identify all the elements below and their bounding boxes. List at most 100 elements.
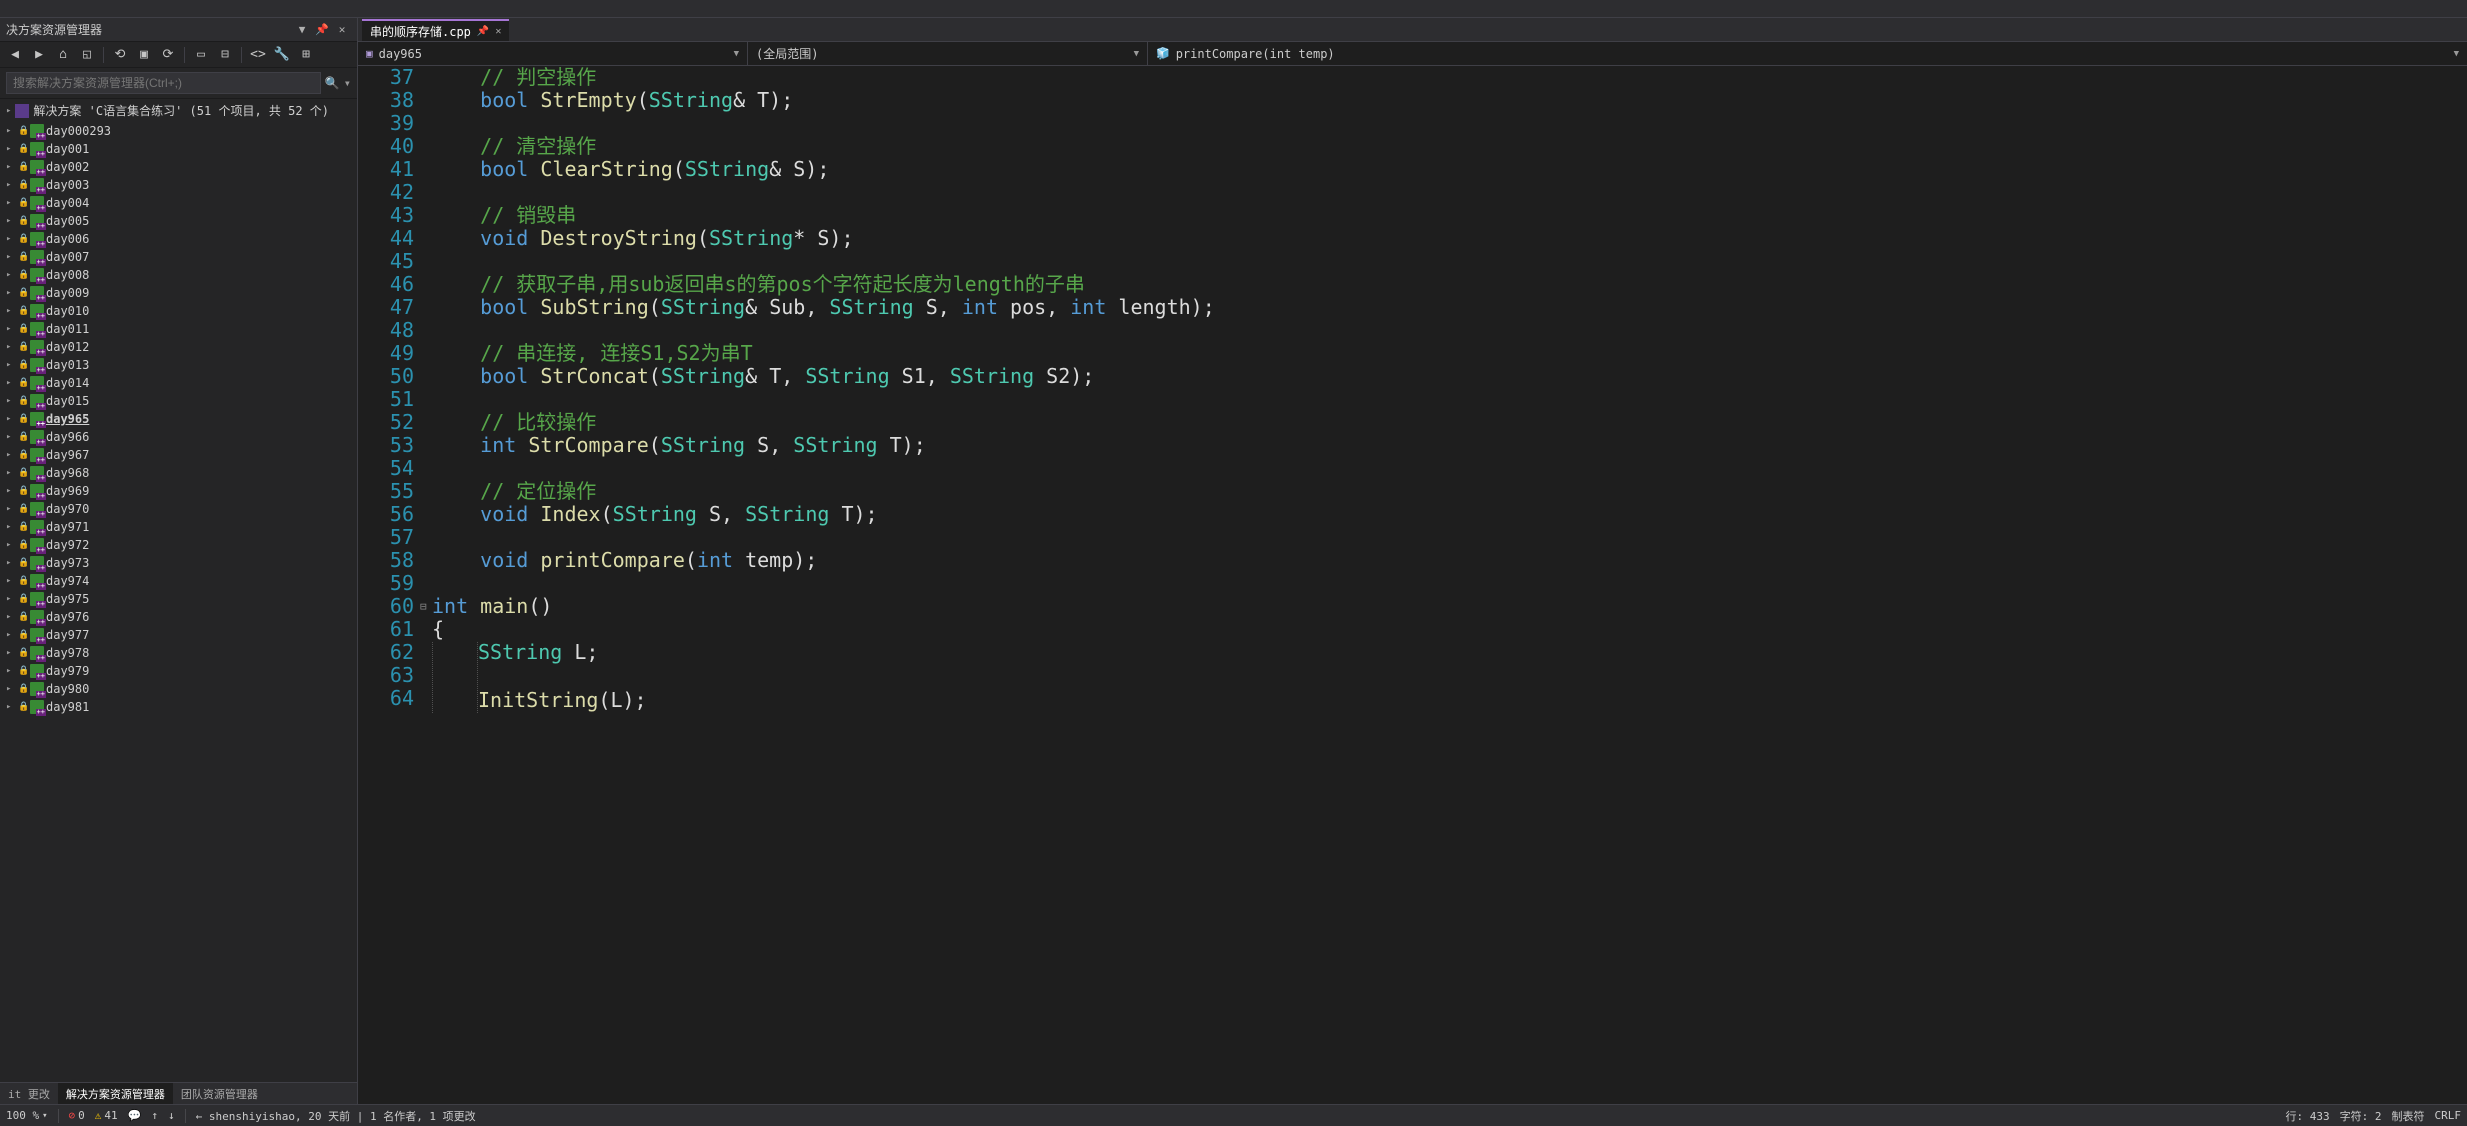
- nav-up-icon[interactable]: ↑: [151, 1109, 158, 1122]
- cpp-project-icon: [30, 412, 44, 426]
- top-menubar: [0, 0, 2467, 18]
- project-label: day971: [46, 520, 89, 534]
- project-item[interactable]: ▸🔒day010: [0, 302, 357, 320]
- project-item[interactable]: ▸🔒day976: [0, 608, 357, 626]
- char-number[interactable]: 字符: 2: [2340, 1108, 2382, 1124]
- lock-icon: 🔒: [18, 576, 28, 586]
- switch-view-icon[interactable]: ◱: [76, 44, 98, 66]
- lock-icon: 🔒: [18, 180, 28, 190]
- line-numbers: 3738394041424344454647484950515253545556…: [358, 66, 432, 1104]
- project-item[interactable]: ▸🔒day006: [0, 230, 357, 248]
- project-item[interactable]: ▸🔒day014: [0, 374, 357, 392]
- project-item[interactable]: ▸🔒day975: [0, 590, 357, 608]
- solution-root[interactable]: ▸ 解决方案 'C语言集合练习' (51 个项目, 共 52 个): [0, 99, 357, 122]
- sidebar-tab[interactable]: it 更改: [0, 1083, 58, 1104]
- project-item[interactable]: ▸🔒day001: [0, 140, 357, 158]
- breadcrumb: ▣ day965 ▼ (全局范围) ▼ 🧊 printCompare(int t…: [358, 42, 2467, 66]
- sync-icon[interactable]: ⟲: [109, 44, 131, 66]
- project-item[interactable]: ▸🔒day969: [0, 482, 357, 500]
- project-item[interactable]: ▸🔒day013: [0, 356, 357, 374]
- expand-icon: ▸: [6, 450, 16, 460]
- project-item[interactable]: ▸🔒day015: [0, 392, 357, 410]
- cpp-project-icon: [30, 592, 44, 606]
- editor-tab[interactable]: 串的顺序存储.cpp 📌 ✕: [362, 19, 509, 41]
- cpp-project-icon: [30, 250, 44, 264]
- home-icon[interactable]: ⌂: [52, 44, 74, 66]
- search-dropdown-icon[interactable]: ▾: [344, 76, 351, 90]
- cpp-project-icon: [30, 322, 44, 336]
- expand-icon: ▸: [6, 234, 16, 244]
- search-icon[interactable]: 🔍: [325, 76, 340, 90]
- code-viewport[interactable]: 3738394041424344454647484950515253545556…: [358, 66, 2467, 1104]
- message-icon[interactable]: 💬: [128, 1109, 142, 1122]
- breadcrumb-project[interactable]: ▣ day965 ▼: [358, 42, 748, 65]
- collapse-all-icon[interactable]: ⊟: [214, 44, 236, 66]
- filter-icon[interactable]: ▣: [133, 44, 155, 66]
- project-item[interactable]: ▸🔒day005: [0, 212, 357, 230]
- cpp-project-icon: [30, 394, 44, 408]
- expand-icon: ▸: [6, 252, 16, 262]
- project-item[interactable]: ▸🔒day965: [0, 410, 357, 428]
- lock-icon: 🔒: [18, 270, 28, 280]
- project-item[interactable]: ▸🔒day004: [0, 194, 357, 212]
- project-item[interactable]: ▸🔒day981: [0, 698, 357, 716]
- sidebar-tab[interactable]: 解决方案资源管理器: [58, 1083, 173, 1104]
- refresh-icon[interactable]: ⟳: [157, 44, 179, 66]
- sidebar-tab[interactable]: 团队资源管理器: [173, 1083, 266, 1104]
- breadcrumb-scope[interactable]: (全局范围) ▼: [748, 42, 1148, 65]
- project-item[interactable]: ▸🔒day966: [0, 428, 357, 446]
- project-item[interactable]: ▸🔒day007: [0, 248, 357, 266]
- project-item[interactable]: ▸🔒day008: [0, 266, 357, 284]
- forward-icon[interactable]: ▶: [28, 44, 50, 66]
- close-icon[interactable]: ✕: [333, 21, 351, 39]
- code-icon[interactable]: <>: [247, 44, 269, 66]
- error-count[interactable]: ⊘ 0: [69, 1109, 85, 1122]
- close-tab-icon[interactable]: ✕: [495, 26, 501, 37]
- indent-mode[interactable]: 制表符: [2392, 1108, 2425, 1124]
- project-item[interactable]: ▸🔒day003: [0, 176, 357, 194]
- breadcrumb-member[interactable]: 🧊 printCompare(int temp) ▼: [1148, 42, 2467, 65]
- project-item[interactable]: ▸🔒day978: [0, 644, 357, 662]
- dropdown-icon[interactable]: ▼: [293, 21, 311, 39]
- project-item[interactable]: ▸🔒day011: [0, 320, 357, 338]
- cpp-project-icon: [30, 448, 44, 462]
- blame-info[interactable]: ← shenshiyishao, 20 天前 | 1 名作者, 1 项更改: [196, 1108, 476, 1124]
- warning-count[interactable]: ⚠ 41: [95, 1109, 118, 1122]
- nav-down-icon[interactable]: ↓: [168, 1109, 175, 1122]
- lock-icon: 🔒: [18, 522, 28, 532]
- pin-tab-icon[interactable]: 📌: [477, 26, 489, 37]
- project-item[interactable]: ▸🔒day970: [0, 500, 357, 518]
- lock-icon: 🔒: [18, 630, 28, 640]
- project-item[interactable]: ▸🔒day967: [0, 446, 357, 464]
- line-number[interactable]: 行: 433: [2286, 1108, 2330, 1124]
- search-input[interactable]: [6, 72, 321, 94]
- expand-icon: ▸: [6, 540, 16, 550]
- project-item[interactable]: ▸🔒day972: [0, 536, 357, 554]
- project-item[interactable]: ▸🔒day012: [0, 338, 357, 356]
- project-item[interactable]: ▸🔒day974: [0, 572, 357, 590]
- project-item[interactable]: ▸🔒day979: [0, 662, 357, 680]
- back-icon[interactable]: ◀: [4, 44, 26, 66]
- project-item[interactable]: ▸🔒day968: [0, 464, 357, 482]
- cpp-project-icon: [30, 700, 44, 714]
- project-item[interactable]: ▸🔒day971: [0, 518, 357, 536]
- project-item[interactable]: ▸🔒day002: [0, 158, 357, 176]
- pin-icon[interactable]: 📌: [313, 21, 331, 39]
- project-item[interactable]: ▸🔒day980: [0, 680, 357, 698]
- preview-icon[interactable]: ⊞: [295, 44, 317, 66]
- chevron-down-icon: ▼: [1134, 49, 1139, 59]
- project-item[interactable]: ▸🔒day009: [0, 284, 357, 302]
- cpp-project-icon: [30, 646, 44, 660]
- code-content[interactable]: // 判空操作 bool StrEmpty(SString& T); // 清空…: [432, 66, 2467, 1104]
- lock-icon: 🔒: [18, 378, 28, 388]
- show-all-icon[interactable]: ▭: [190, 44, 212, 66]
- project-item[interactable]: ▸🔒day977: [0, 626, 357, 644]
- properties-icon[interactable]: 🔧: [271, 44, 293, 66]
- cpp-project-icon: [30, 556, 44, 570]
- project-label: day968: [46, 466, 89, 480]
- zoom-level[interactable]: 100 % ▾: [6, 1109, 48, 1122]
- project-item[interactable]: ▸🔒day000293: [0, 122, 357, 140]
- project-item[interactable]: ▸🔒day973: [0, 554, 357, 572]
- cpp-project-icon: [30, 196, 44, 210]
- line-ending[interactable]: CRLF: [2435, 1109, 2462, 1122]
